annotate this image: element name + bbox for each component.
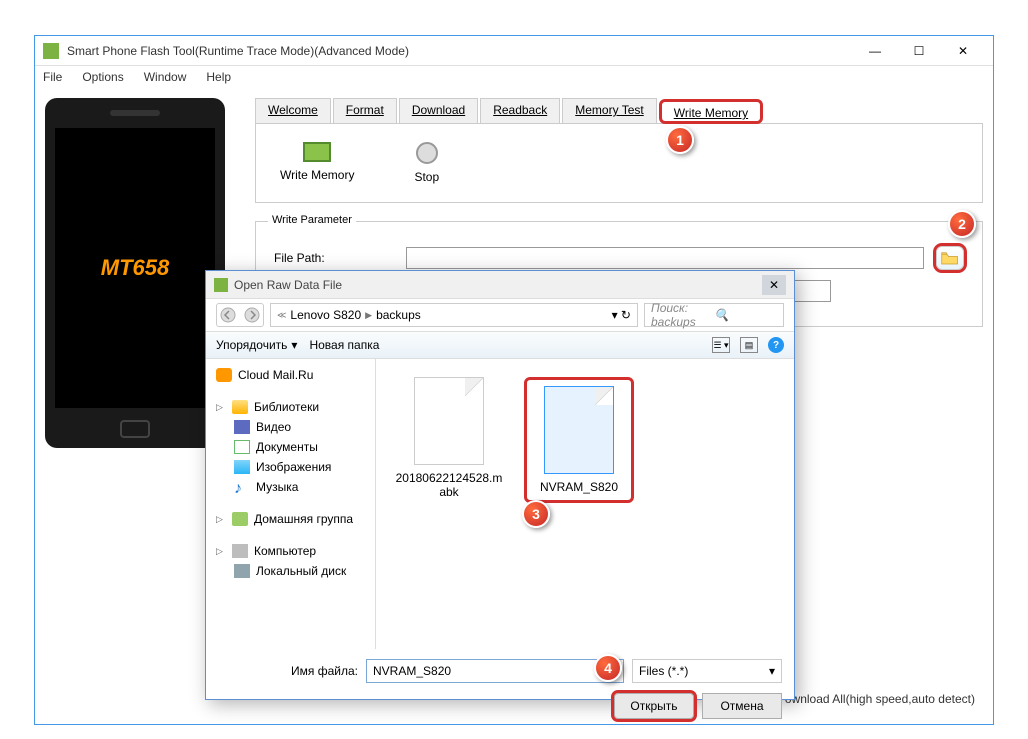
filename-input[interactable] (366, 659, 624, 683)
sidebar-item-images[interactable]: Изображения (210, 457, 371, 477)
sidebar-item-documents[interactable]: Документы (210, 437, 371, 457)
annotation-callout-2: 2 (948, 210, 976, 238)
nav-back-button[interactable] (217, 304, 239, 326)
open-button[interactable]: Открыть (614, 693, 694, 719)
annotation-callout-1: 1 (666, 126, 694, 154)
write-memory-button[interactable]: Write Memory (280, 142, 354, 184)
minimize-button[interactable]: — (853, 37, 897, 65)
param-title: Write Parameter (268, 214, 356, 226)
browse-folder-button[interactable] (936, 246, 964, 270)
sidebar-item-cloud[interactable]: Cloud Mail.Ru (210, 365, 371, 385)
images-icon (234, 460, 250, 474)
titlebar: Smart Phone Flash Tool(Runtime Trace Mod… (35, 36, 993, 66)
computer-icon (232, 544, 248, 558)
sidebar-item-music[interactable]: ♪Музыка (210, 477, 371, 497)
tab-toolbar: Write Memory Stop (255, 124, 983, 203)
file-icon (414, 377, 484, 465)
view-mode-button[interactable]: ☰ ▾ (712, 337, 730, 353)
breadcrumb-item-2[interactable]: backups (376, 308, 421, 322)
homegroup-icon (232, 512, 248, 526)
music-icon: ♪ (234, 480, 250, 494)
stop-icon (416, 142, 438, 164)
organize-button[interactable]: Упорядочить ▾ (216, 338, 297, 352)
menu-window[interactable]: Window (140, 68, 191, 86)
folder-icon (941, 251, 959, 265)
maximize-button[interactable]: ☐ (897, 37, 941, 65)
dialog-toolbar: Упорядочить ▾ Новая папка ☰ ▾ ▤ ? (206, 331, 794, 359)
dialog-app-icon (214, 278, 228, 292)
menu-options[interactable]: Options (78, 68, 127, 86)
breadcrumb[interactable]: ≪ Lenovo S820 ▶ backups ▾ ↻ (270, 303, 638, 327)
file-path-label: File Path: (274, 251, 394, 265)
search-placeholder: Поиск: backups (651, 301, 714, 329)
file-item[interactable]: 20180622124528.mabk (394, 377, 504, 499)
libraries-icon (232, 400, 248, 414)
cloud-icon (216, 368, 232, 382)
phone-chip-text: MT658 (101, 255, 169, 281)
help-icon[interactable]: ? (768, 337, 784, 353)
file-icon (544, 386, 614, 474)
menu-help[interactable]: Help (202, 68, 235, 86)
close-button[interactable]: ✕ (941, 37, 985, 65)
breadcrumb-item-1[interactable]: Lenovo S820 (290, 308, 361, 322)
dialog-close-button[interactable]: ✕ (762, 275, 786, 295)
filetype-select[interactable]: Files (*.*)▾ (632, 659, 782, 683)
documents-icon (234, 440, 250, 454)
open-file-dialog: Open Raw Data File ✕ ≪ Lenovo S820 ▶ bac… (205, 270, 795, 700)
tabs: Welcome Format Download Readback Memory … (255, 98, 983, 124)
tab-memory-test[interactable]: Memory Test (562, 98, 656, 123)
menu-file[interactable]: File (39, 68, 66, 86)
search-icon: 🔍 (714, 308, 777, 322)
dialog-sidebar: Cloud Mail.Ru ▷Библиотеки Видео Документ… (206, 359, 376, 649)
dialog-navbar: ≪ Lenovo S820 ▶ backups ▾ ↻ Поиск: backu… (206, 299, 794, 331)
filename-label: Имя файла: (218, 664, 358, 678)
dialog-titlebar: Open Raw Data File ✕ (206, 271, 794, 299)
annotation-callout-4: 4 (594, 654, 622, 682)
tab-readback[interactable]: Readback (480, 98, 560, 123)
preview-pane-button[interactable]: ▤ (740, 337, 758, 353)
dialog-title: Open Raw Data File (234, 278, 762, 292)
video-icon (234, 420, 250, 434)
file-path-input[interactable] (406, 247, 924, 269)
memory-icon (303, 142, 331, 162)
search-input[interactable]: Поиск: backups 🔍 (644, 303, 784, 327)
tab-download[interactable]: Download (399, 98, 478, 123)
new-folder-button[interactable]: Новая папка (309, 338, 379, 352)
window-title: Smart Phone Flash Tool(Runtime Trace Mod… (67, 44, 853, 58)
sidebar-item-homegroup[interactable]: ▷Домашняя группа (210, 509, 371, 529)
sidebar-item-libraries[interactable]: ▷Библиотеки (210, 397, 371, 417)
nav-forward-button[interactable] (241, 304, 263, 326)
tab-format[interactable]: Format (333, 98, 397, 123)
app-icon (43, 43, 59, 59)
file-list: 20180622124528.mabk NVRAM_S820 (376, 359, 794, 649)
tab-welcome[interactable]: Welcome (255, 98, 331, 123)
file-item-nvram[interactable]: NVRAM_S820 (524, 377, 634, 503)
sidebar-item-computer[interactable]: ▷Компьютер (210, 541, 371, 561)
cancel-button[interactable]: Отмена (702, 693, 782, 719)
disk-icon (234, 564, 250, 578)
annotation-callout-3: 3 (522, 500, 550, 528)
tab-write-memory[interactable]: Write Memory (659, 99, 763, 124)
sidebar-item-video[interactable]: Видео (210, 417, 371, 437)
menubar: File Options Window Help (35, 66, 993, 88)
sidebar-item-localdisk[interactable]: Локальный диск (210, 561, 371, 581)
status-text: ownload All(high speed,auto detect) (785, 692, 975, 706)
stop-button[interactable]: Stop (414, 142, 439, 184)
